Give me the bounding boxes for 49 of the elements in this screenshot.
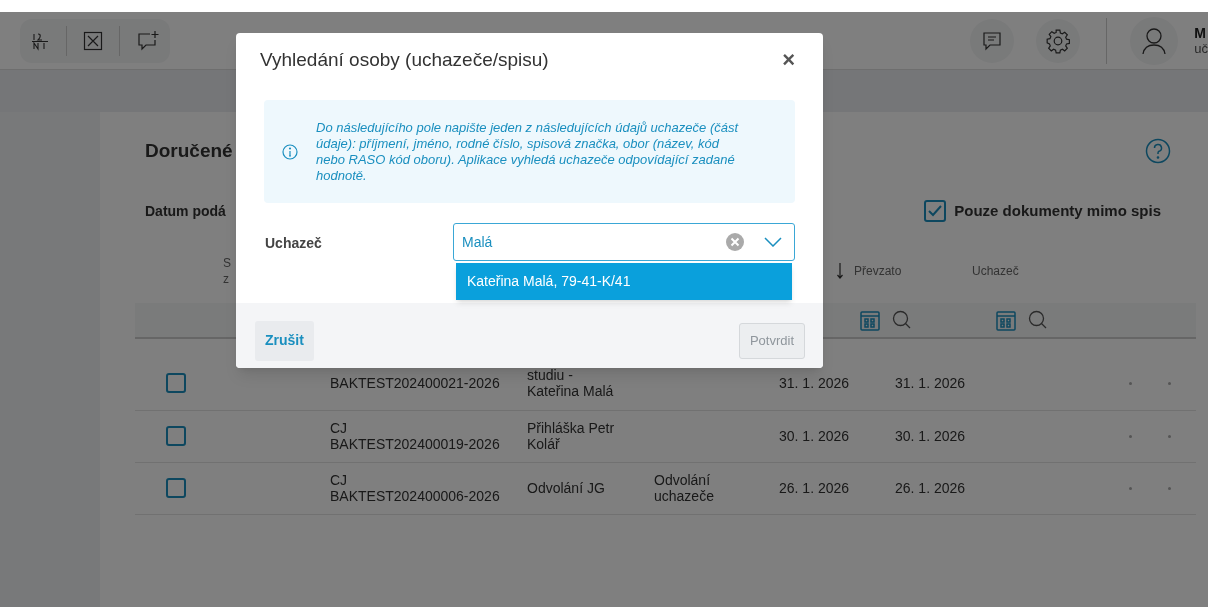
calendar-icon[interactable] — [860, 308, 880, 331]
user-role: uč — [1194, 40, 1208, 57]
row-checkbox[interactable] — [166, 373, 186, 393]
table-cell-text: CJ BAKTEST202400019-2026 — [330, 420, 501, 452]
table-cell: 30. 1. 2026 — [895, 428, 966, 444]
table-cell-text: BAKTEST202400021-2026 — [330, 375, 501, 391]
search-icon[interactable] — [1028, 309, 1048, 330]
checkmark-icon — [928, 205, 943, 218]
checkbox-label: Pouze dokumenty mimo spis — [954, 201, 1161, 221]
table-cell-text: CJ BAKTEST202400006-2026 — [330, 472, 501, 504]
calendar-icon[interactable] — [996, 308, 1016, 331]
column-header[interactable]: Převzato — [854, 263, 902, 278]
clear-icon[interactable] — [726, 233, 744, 251]
table-cell: 26. 1. 2026 — [895, 480, 966, 496]
sort-arrow-icon[interactable] — [836, 261, 844, 280]
row-checkbox[interactable] — [166, 426, 186, 446]
column-header[interactable]: S z — [223, 254, 233, 287]
row-checkbox[interactable] — [166, 478, 186, 498]
table-cell-text: Odvolání uchazeče — [654, 472, 715, 504]
table-cell: 26. 1. 2026 — [779, 480, 850, 496]
user-name: M — [1194, 24, 1207, 41]
search-field[interactable]: Malá — [453, 223, 795, 261]
chevron-down-icon[interactable] — [764, 237, 782, 247]
table-cell-text: studiu - Kateřina Malá — [527, 367, 615, 399]
search-input[interactable]: Malá — [462, 231, 726, 253]
table-cell: 31. 1. 2026 — [895, 375, 966, 391]
table-cell: 31. 1. 2026 — [779, 375, 850, 391]
table-cell: 30. 1. 2026 — [779, 428, 850, 444]
avatar-icon[interactable] — [1141, 26, 1168, 55]
info-text: Do následujícího pole napište jeden z následujících údajů uchazeče (část údaje): příjmení, jméno, rodné číslo, spisová značka, obor (název, kód nebo RASO kód oboru). Aplikace vyhledá uchazeče odpovídající zadané hodnotě. — [316, 119, 740, 184]
table-cell-text: Odvolání JG — [527, 480, 606, 496]
dialog-title: Vyhledání osoby (uchazeče/spisu) — [260, 47, 549, 72]
cancel-button[interactable]: Zrušit — [255, 320, 314, 361]
fraction-icon[interactable] — [30, 30, 50, 51]
close-box-icon[interactable] — [83, 30, 103, 51]
column-header[interactable]: Uchazeč — [972, 263, 1019, 278]
table-cell-text: Přihláška Petr Kolář — [527, 420, 616, 452]
search-icon[interactable] — [892, 309, 912, 330]
add-comment-icon[interactable] — [136, 29, 160, 52]
chat-icon[interactable] — [981, 29, 1004, 52]
page-title: Doručené — [145, 138, 233, 163]
help-icon[interactable] — [1145, 138, 1171, 164]
field-label: Uchazeč — [265, 234, 323, 253]
filter-label: Datum podá — [145, 201, 226, 221]
settings-icon[interactable] — [1045, 27, 1072, 54]
info-icon — [282, 143, 298, 160]
checkbox[interactable] — [924, 200, 947, 223]
dropdown-option[interactable]: Kateřina Malá, 79-41-K/41 — [456, 263, 792, 300]
close-button[interactable]: × — [782, 49, 795, 71]
